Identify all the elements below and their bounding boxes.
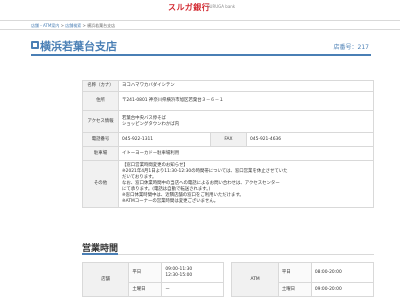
table-row: 名称（カナ） ヨコハマワカバダイシテン [82,80,374,92]
store-number: 店番号：217 [333,44,369,51]
branch-info-table: 名称（カナ） ヨコハマワカバダイシテン 住所 〒241-0801 神奈川県横浜市… [82,80,374,208]
branch-name: 横浜若葉台支店 [40,40,117,53]
access-value: 若葉台中央バス停そば ショッピングタウンわかば内 [118,110,374,133]
atm-saturday-hours: 09:00-20:00 [310,282,375,297]
suruga-bank-logo[interactable]: スルガ銀行 [168,2,210,13]
table-row: アクセス情報 若葉台中央バス停そば ショッピングタウンわかば内 [82,110,374,133]
saturday-label: 土曜日 [277,282,312,297]
parking-value: イトーヨーカドー駐車場利用 [118,146,374,161]
store-weekday-hours: 09:00-11:30 12:30-15:00 [161,262,225,283]
store-saturday-hours: ー [161,282,225,297]
kana-value: ヨコハマワカバダイシテン [118,80,374,92]
logo-subtext: SURUGA bank [207,4,236,9]
branch-header: 横浜若葉台支店 店番号：217 [31,38,371,56]
fax-label: FAX [210,132,247,147]
other-label: その他 [82,160,119,208]
bank-building-icon [31,41,39,49]
weekday-label: 平日 [277,262,312,283]
phone-label: 電話番号 [82,132,119,147]
table-row: 住所 〒241-0801 神奈川県横浜市旭区若葉台３－６－１ [82,91,374,111]
fax-value: 045-921-4636 [246,132,374,147]
table-row: その他 【窓口営業時間変更のお知らせ】 ※2021年4月1日より11:30-12… [82,160,374,208]
table-row: 駐車場 イトーヨーカドー駐車場利用 [82,146,374,161]
breadcrumb-current: 横浜若葉台支店 [87,23,116,28]
business-hours-table: 店舗 平日 09:00-11:30 12:30-15:00 ATM 平日 08:… [81,262,375,297]
address-value: 〒241-0801 神奈川県横浜市旭区若葉台３－６－１ [118,91,374,111]
atm-hours-label: ATM [231,262,279,297]
breadcrumb-link-store-atm[interactable]: 店舗・ATM案内 [31,23,59,28]
table-row: 電話番号 045-922-1311 FAX 045-921-4636 [82,132,374,147]
weekday-label: 平日 [128,262,163,283]
site-header: スルガ銀行 SURUGA bank [0,0,400,14]
access-label: アクセス情報 [82,110,119,133]
atm-weekday-hours: 08:00-20:00 [310,262,375,283]
section-divider [82,253,374,255]
access-line: ショッピングタウンわかば内 [122,121,180,127]
breadcrumb-bar: 店舗・ATM案内 > 店舗検索 > 横浜若葉台支店 [0,20,400,30]
table-gap [224,263,232,297]
kana-label: 名称（カナ） [82,80,119,92]
notice-line: ※ATMコーナーの営業時間は変更ございません。 [122,199,219,204]
address-label: 住所 [82,91,119,111]
store-hours-label: 店舗 [81,262,130,297]
parking-label: 駐車場 [82,146,119,161]
saturday-label: 土曜日 [128,282,163,297]
notice-text: 【窓口営業時間変更のお知らせ】 ※2021年4月1日より11:30-12:30の… [118,160,374,208]
breadcrumb-link-store-search[interactable]: 店舗検索 [65,23,81,28]
breadcrumb: 店舗・ATM案内 > 店舗検索 > 横浜若葉台支店 [31,23,115,29]
phone-value[interactable]: 045-922-1311 [118,132,211,147]
table-row: 店舗 平日 09:00-11:30 12:30-15:00 ATM 平日 08:… [81,262,375,297]
